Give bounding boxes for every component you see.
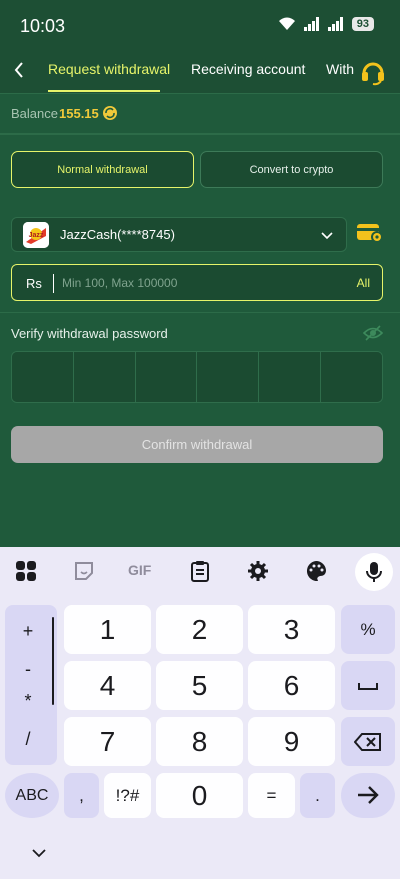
section-divider [0,312,400,313]
chevron-down-icon [321,232,333,240]
balance-value: 155.15 [59,106,99,121]
gif-button[interactable]: GIF [128,562,151,578]
digit-4-key[interactable]: 4 [64,661,151,710]
scroll-indicator [52,617,54,705]
tab-withdrawal-record[interactable]: With [326,61,354,77]
divide-key[interactable]: / [5,729,51,750]
space-key[interactable] [341,661,395,710]
comma-key[interactable]: , [64,773,99,818]
digit-7-key[interactable]: 7 [64,717,151,766]
refresh-icon[interactable] [102,105,118,121]
signal-icon [303,17,319,31]
backspace-icon [354,732,381,751]
settings-gear-icon[interactable] [246,559,270,583]
tab-request-withdrawal[interactable]: Request withdrawal [48,61,170,77]
dot-key[interactable]: . [300,773,335,818]
card-settings-icon[interactable] [356,222,384,244]
amount-field: Rs All [11,264,383,301]
numeric-keyboard: GIF [0,547,400,879]
password-label: Verify withdrawal password [11,326,168,341]
convert-to-crypto-button[interactable]: Convert to crypto [200,151,383,188]
section-divider [0,134,400,135]
status-time: 10:03 [20,16,66,36]
apps-grid-icon[interactable] [14,559,38,583]
back-arrow-icon[interactable] [10,60,30,80]
confirm-withdrawal-button[interactable]: Confirm withdrawal [11,426,383,463]
password-digit-box[interactable] [73,352,136,402]
balance-row: Balance 155.15 [0,94,400,134]
status-icons: 93 [278,17,374,31]
plus-key[interactable]: + [5,621,51,642]
normal-withdrawal-button[interactable]: Normal withdrawal [11,151,194,188]
headset-support-icon[interactable] [358,56,388,86]
all-amount-button[interactable]: All [357,276,370,290]
amount-input[interactable] [62,271,332,295]
battery-icon: 93 [351,17,374,31]
password-digit-box[interactable] [321,352,382,402]
header-tabs: Request withdrawal Receiving account Wit… [0,52,400,94]
digit-1-key[interactable]: 1 [64,605,151,654]
microphone-icon [366,562,382,582]
clipboard-icon[interactable] [188,559,212,583]
minus-key[interactable]: - [5,659,51,680]
jazzcash-logo-icon: Jazz [23,222,49,248]
multiply-key[interactable]: * [5,691,51,712]
account-select[interactable]: Jazz JazzCash(****8745) [11,217,347,252]
enter-key[interactable] [341,773,395,818]
account-name: JazzCash(****8745) [60,227,175,242]
password-digit-box[interactable] [12,352,74,402]
active-tab-indicator [48,90,160,92]
tab-receiving-account[interactable]: Receiving account [191,61,305,77]
status-bar: 10:03 93 [0,0,400,52]
digit-8-key[interactable]: 8 [156,717,243,766]
password-digit-box[interactable] [197,352,260,402]
voice-input-button[interactable] [355,553,393,591]
digit-2-key[interactable]: 2 [156,605,243,654]
abc-key[interactable]: ABC [5,773,59,818]
signal-icon [327,17,343,31]
palette-icon[interactable] [304,559,328,583]
operator-keys: + - * / [5,605,57,765]
digit-0-key[interactable]: 0 [156,773,243,818]
sticker-icon[interactable] [72,559,96,583]
punctuation-key[interactable]: !?# [104,773,151,818]
wifi-icon [278,17,295,30]
keyboard-toolbar: GIF [0,547,400,595]
arrow-right-icon [358,786,379,804]
password-digit-box[interactable] [259,352,322,402]
digit-6-key[interactable]: 6 [248,661,335,710]
password-digit-box[interactable] [135,352,198,402]
backspace-key[interactable] [341,717,395,766]
digit-5-key[interactable]: 5 [156,661,243,710]
digit-3-key[interactable]: 3 [248,605,335,654]
digit-9-key[interactable]: 9 [248,717,335,766]
eye-hidden-icon[interactable] [363,324,383,342]
balance-label: Balance [11,106,58,121]
percent-key[interactable]: % [341,605,395,654]
space-icon [358,682,378,690]
svg-text:Jazz: Jazz [29,232,44,239]
password-input[interactable] [11,351,383,403]
chevron-down-icon[interactable] [32,848,46,858]
text-cursor [53,274,54,293]
currency-label: Rs [26,276,42,291]
equals-key[interactable]: = [248,773,295,818]
